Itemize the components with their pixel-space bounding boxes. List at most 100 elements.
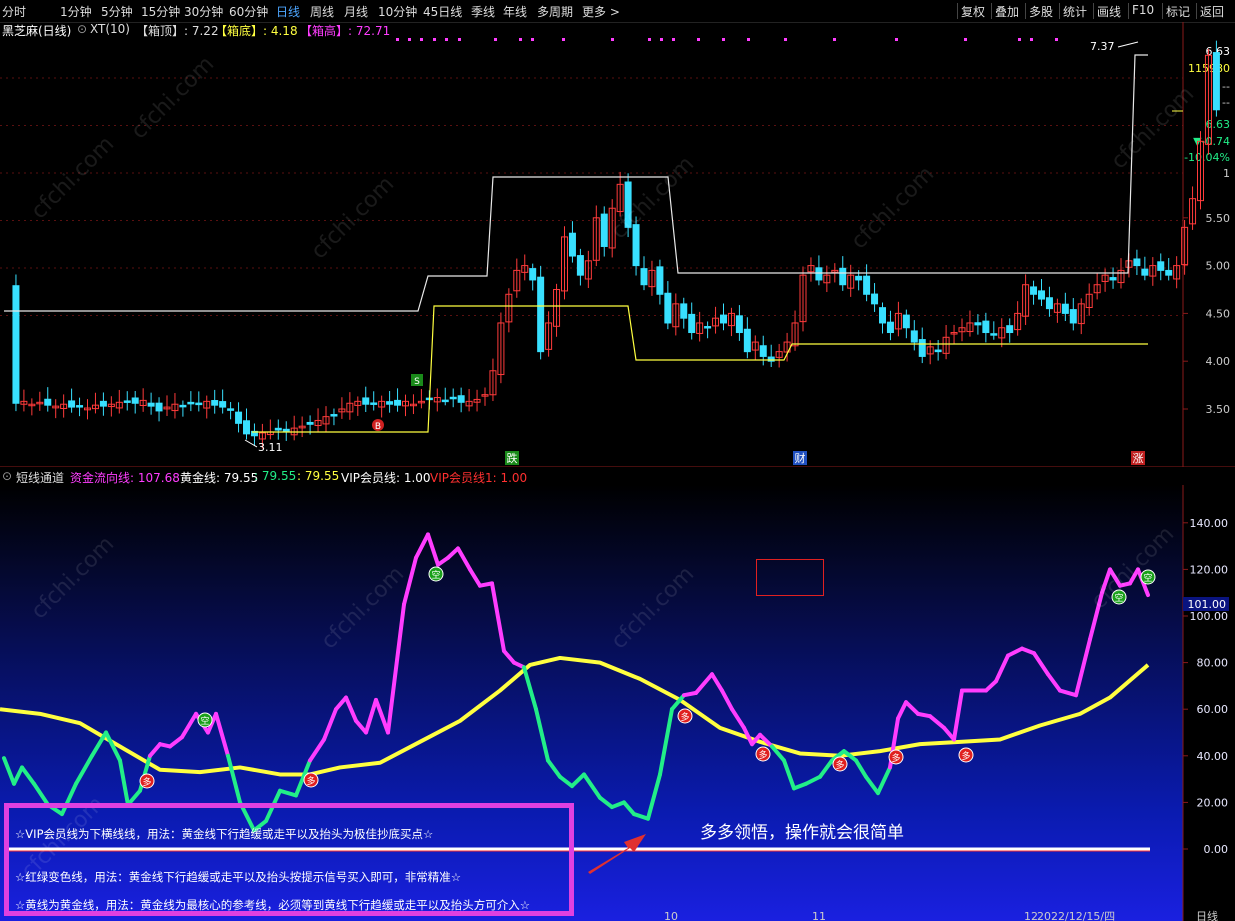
money-flow-segment: [386, 602, 406, 735]
money-flow-segment: [632, 812, 650, 821]
money-flow-segment: [364, 697, 378, 735]
money-flow-segment: [720, 688, 734, 712]
indicator-tick: 80.00: [1197, 657, 1229, 670]
candle-body: [1157, 261, 1165, 271]
indicator-title[interactable]: 短线通道: [16, 469, 64, 486]
money-flow-segment: [1046, 672, 1062, 693]
price-tick: 4.00: [1206, 355, 1231, 368]
legend-vip: VIP会员线: 1.00: [341, 471, 431, 485]
time-axis-corner-label: 日线: [1196, 909, 1218, 921]
event-marker-label: 涨: [1133, 452, 1144, 465]
money-flow-segment: [180, 711, 198, 740]
buy-marker-label: B: [375, 422, 381, 432]
signal-dot: [697, 38, 700, 41]
candle-body: [386, 401, 394, 405]
money-flow-segment: [148, 742, 162, 758]
duo-buy-label: 多: [142, 776, 151, 788]
candle-body: [68, 400, 76, 408]
money-flow-segment: [32, 781, 50, 807]
signal-dot: [1018, 38, 1021, 41]
indicator-collapse-icon[interactable]: ⊙: [2, 469, 12, 483]
duo-buy-label: 多: [891, 752, 900, 764]
candle-body: [576, 255, 584, 276]
money-flow-segment: [426, 532, 440, 567]
money-flow-segment: [214, 711, 230, 758]
candle-body: [306, 421, 314, 425]
money-flow-segment: [854, 758, 868, 779]
candle-body: [274, 427, 282, 431]
money-flow-segment: [534, 707, 550, 763]
legend-money-flow: 资金流向线: 107.68: [70, 471, 180, 485]
money-flow-segment: [1032, 651, 1050, 677]
money-flow-segment: [782, 758, 796, 791]
money-flow-segment: [2, 756, 16, 786]
candle-body: [704, 326, 712, 329]
current-value-label: 101.00: [1188, 598, 1227, 611]
price-tick: 3.50: [1206, 403, 1231, 416]
candle-body: [123, 400, 131, 403]
candle-body: [879, 307, 886, 324]
indicator-tick: 20.00: [1197, 796, 1229, 809]
price-info: 1: [1223, 167, 1230, 180]
money-flow-segment: [710, 672, 724, 693]
signal-dot: [747, 38, 750, 41]
price-info: -10.04%: [1184, 151, 1230, 164]
duo-buy-label: 多: [758, 749, 767, 761]
candle-body: [1109, 277, 1117, 281]
money-flow-segment: [344, 695, 358, 723]
time-axis-label: 2022/12/15/四: [1037, 910, 1115, 921]
signal-dot: [1030, 38, 1033, 41]
indicator-tick: 100.00: [1190, 610, 1229, 623]
money-flow-segment: [928, 714, 946, 730]
low-price-label: 3.11: [258, 441, 283, 454]
money-flow-segment: [984, 679, 998, 693]
money-flow-segment: [20, 765, 36, 786]
candle-body: [1141, 268, 1149, 276]
candle-body: [219, 401, 227, 408]
candle-body: [568, 232, 576, 257]
candle-body: [656, 266, 664, 295]
price-tick: 4.50: [1206, 307, 1231, 320]
signal-dot: [784, 38, 787, 41]
indicator-tick: 140.00: [1190, 517, 1229, 530]
signal-dot: [519, 38, 522, 41]
money-flow-segment: [308, 737, 326, 763]
money-flow-segment: [904, 700, 920, 716]
time-axis-label: 11: [812, 910, 826, 921]
watermark: cfchi.com: [607, 562, 700, 655]
candle-body: [155, 402, 163, 412]
watermark: cfchi.com: [1087, 522, 1180, 615]
money-flow-segment: [278, 788, 298, 798]
money-flow-segment: [1006, 646, 1024, 658]
money-flow-segment: [730, 707, 746, 730]
money-flow-segment: [1058, 688, 1078, 698]
money-flow-segment: [994, 653, 1010, 684]
signal-dot: [458, 38, 461, 41]
money-flow-segment: [118, 758, 130, 807]
candle-body: [839, 267, 847, 286]
price-info: --: [1222, 96, 1230, 109]
price-info: 115980: [1188, 62, 1230, 75]
candle-body: [179, 404, 187, 408]
candle-body: [1045, 297, 1053, 310]
watermark: cfchi.com: [317, 562, 410, 655]
candle-body: [759, 345, 767, 357]
watermark: cfchi.com: [27, 532, 120, 625]
watermark: cfchi.com: [27, 132, 120, 225]
money-flow-segment: [582, 772, 602, 800]
money-flow-segment: [864, 774, 880, 796]
signal-dot: [531, 38, 534, 41]
candle-body: [330, 414, 338, 417]
candle-body: [871, 293, 879, 305]
chart-canvas[interactable]: 5.505.004.504.003.506.63115980----6.63▼-…: [0, 0, 1235, 921]
money-flow-segment: [570, 772, 586, 789]
candle-body: [1038, 290, 1045, 300]
high-arrow: [1117, 41, 1139, 48]
candle-body: [235, 411, 243, 424]
signal-dot: [562, 38, 565, 41]
candle-body: [1133, 258, 1141, 267]
watermark: cfchi.com: [847, 162, 940, 255]
signal-dot: [648, 38, 651, 41]
money-flow-segment: [598, 795, 614, 810]
golden-line: [0, 655, 1150, 777]
